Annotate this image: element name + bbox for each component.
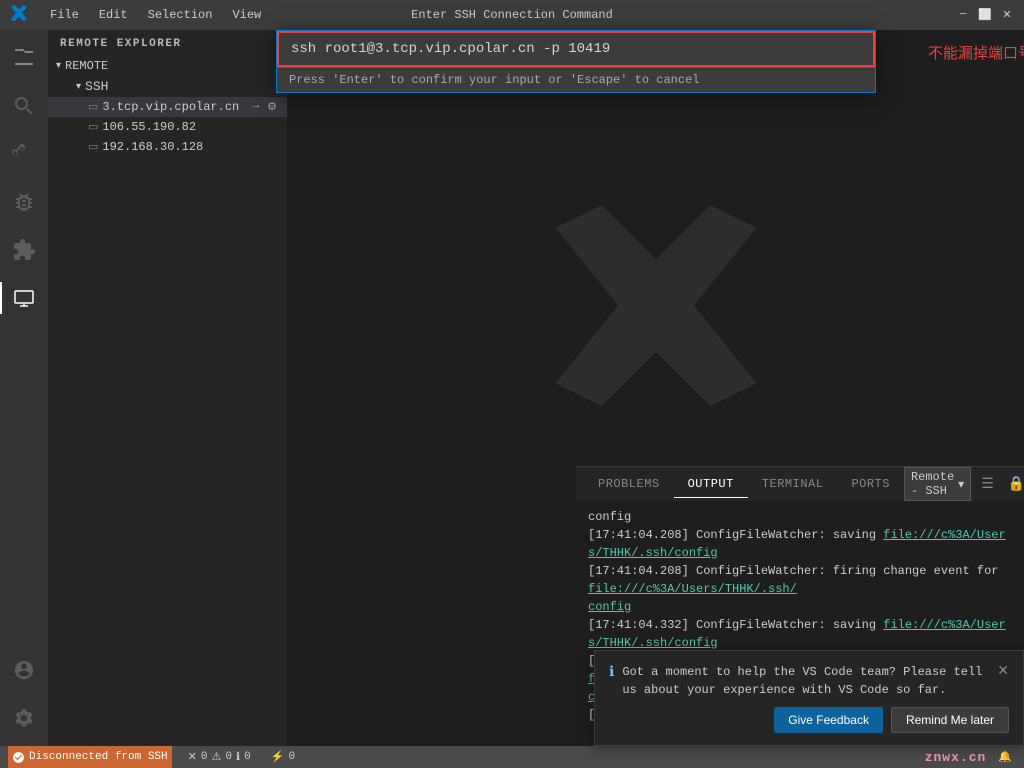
info-icon: ℹ bbox=[236, 750, 240, 764]
host-actions-1: → ⚙ bbox=[251, 100, 279, 114]
activity-item-source-control[interactable] bbox=[0, 130, 48, 178]
notification-toast: ℹ Got a moment to help the VS Code team?… bbox=[594, 650, 1024, 746]
annotation-text: 不能漏掉端口号 bbox=[928, 42, 1024, 63]
tab-ports[interactable]: PORTS bbox=[837, 471, 904, 498]
menu-view[interactable]: View bbox=[224, 6, 269, 24]
monitor-icon-3: ▭ bbox=[88, 140, 98, 154]
ssh-host-1[interactable]: ▭ 3.tcp.vip.cpolar.cn → ⚙ bbox=[48, 97, 287, 117]
remote-label: REMOTE bbox=[65, 59, 108, 73]
output-line: [17:41:04.208] ConfigFileWatcher: saving… bbox=[588, 526, 1012, 562]
panel-lock-btn[interactable]: 🔒 bbox=[1004, 474, 1024, 495]
warning-icon: ⚠ bbox=[211, 750, 221, 764]
sidebar-remote-section: ▾ REMOTE ▾ SSH ▭ 3.tcp.vip.cpolar.cn → ⚙… bbox=[48, 54, 287, 159]
host-name-1: 3.tcp.vip.cpolar.cn bbox=[102, 100, 246, 114]
activity-item-explorer[interactable] bbox=[0, 34, 48, 82]
activity-bar bbox=[0, 30, 48, 746]
tab-problems[interactable]: PROBLEMS bbox=[584, 471, 674, 498]
warning-count: 0 bbox=[225, 751, 232, 763]
error-icon: ✕ bbox=[188, 750, 197, 764]
editor-area: Press 'Enter' to confirm your input or '… bbox=[288, 30, 1024, 746]
main-layout: Remote Explorer ▾ REMOTE ▾ SSH ▭ 3.tcp.v… bbox=[0, 30, 1024, 746]
activity-item-remote[interactable] bbox=[0, 274, 48, 322]
activity-item-extensions[interactable] bbox=[0, 226, 48, 274]
panel-toolbar: Remote - SSH ▾ ☰ 🔒 ⧉ ∧ ✕ bbox=[904, 467, 1024, 501]
status-bar: Disconnected from SSH ✕ 0 ⚠ 0 ℹ 0 ⚡ 0 zn… bbox=[0, 746, 1024, 768]
sidebar: Remote Explorer ▾ REMOTE ▾ SSH ▭ 3.tcp.v… bbox=[48, 30, 288, 746]
activity-item-settings[interactable] bbox=[0, 694, 48, 742]
sidebar-ssh-item[interactable]: ▾ SSH bbox=[48, 76, 287, 97]
port-count: 0 bbox=[288, 751, 295, 763]
info-count: 0 bbox=[244, 751, 251, 763]
window-title: Enter SSH Connection Command bbox=[411, 8, 613, 22]
title-bar-menu: File Edit Selection View bbox=[10, 4, 269, 27]
host-arrow-btn[interactable]: → bbox=[251, 100, 262, 114]
restore-button[interactable]: ⬜ bbox=[978, 8, 992, 22]
command-hint: Press 'Enter' to confirm your input or '… bbox=[277, 67, 875, 92]
menu-items: File Edit Selection View bbox=[42, 6, 269, 24]
tab-output[interactable]: OUTPUT bbox=[674, 471, 748, 498]
activity-item-search[interactable] bbox=[0, 82, 48, 130]
status-ssh-connection[interactable]: Disconnected from SSH bbox=[8, 746, 172, 768]
output-link[interactable]: file:///c%3A/Users/THHK/.ssh/config bbox=[588, 618, 1006, 650]
dropdown-chevron-icon: ▾ bbox=[958, 477, 964, 492]
watermark-label: znwx.cn bbox=[925, 750, 987, 765]
remind-later-button[interactable]: Remind Me later bbox=[891, 707, 1009, 733]
output-source-dropdown[interactable]: Remote - SSH ▾ bbox=[904, 467, 971, 501]
ssh-label: SSH bbox=[85, 79, 108, 94]
window-controls: ─ ⬜ ✕ bbox=[956, 8, 1014, 22]
minimize-button[interactable]: ─ bbox=[956, 8, 970, 22]
host-name-3: 192.168.30.128 bbox=[102, 140, 279, 154]
panel-tabs: PROBLEMS OUTPUT TERMINAL PORTS Remote - … bbox=[576, 467, 1024, 502]
output-link[interactable]: file:///c%3A/Users/THHK/.ssh/config bbox=[588, 528, 1006, 560]
ssh-status-label: Disconnected from SSH bbox=[29, 751, 168, 763]
status-bar-right: znwx.cn 🔔 bbox=[925, 750, 1016, 765]
host-config-btn[interactable]: ⚙ bbox=[265, 100, 279, 114]
port-icon: ⚡ bbox=[271, 750, 285, 764]
activity-bar-bottom bbox=[0, 646, 48, 746]
toast-message: Got a moment to help the VS Code team? P… bbox=[622, 663, 989, 699]
command-dialog: Press 'Enter' to confirm your input or '… bbox=[276, 30, 876, 93]
give-feedback-button[interactable]: Give Feedback bbox=[774, 707, 883, 733]
monitor-icon-1: ▭ bbox=[88, 100, 98, 114]
bell-icon: 🔔 bbox=[998, 750, 1012, 764]
vscode-watermark bbox=[546, 196, 766, 421]
output-line: config bbox=[588, 508, 1012, 526]
tab-terminal[interactable]: TERMINAL bbox=[748, 471, 838, 498]
sidebar-header: Remote Explorer bbox=[48, 30, 287, 54]
toast-close-button[interactable]: ✕ bbox=[997, 663, 1009, 680]
menu-selection[interactable]: Selection bbox=[140, 6, 221, 24]
ssh-host-2[interactable]: ▭ 106.55.190.82 bbox=[48, 117, 287, 137]
panel-clear-btn[interactable]: ☰ bbox=[977, 474, 998, 495]
dropdown-label: Remote - SSH bbox=[911, 470, 954, 498]
remote-chevron: ▾ bbox=[56, 60, 61, 72]
status-errors[interactable]: ✕ 0 ⚠ 0 ℹ 0 bbox=[184, 746, 255, 768]
toast-buttons: Give Feedback Remind Me later bbox=[609, 707, 1009, 733]
title-bar: File Edit Selection View Enter SSH Conne… bbox=[0, 0, 1024, 30]
activity-item-debug[interactable] bbox=[0, 178, 48, 226]
command-input-row bbox=[277, 31, 875, 67]
app-icon bbox=[10, 4, 28, 27]
output-line: [17:41:04.208] ConfigFileWatcher: firing… bbox=[588, 562, 1012, 616]
ssh-chevron: ▾ bbox=[76, 81, 81, 93]
output-line: [17:41:04.332] ConfigFileWatcher: saving… bbox=[588, 616, 1012, 652]
toast-content: ℹ Got a moment to help the VS Code team?… bbox=[609, 663, 1009, 699]
menu-edit[interactable]: Edit bbox=[91, 6, 136, 24]
status-ports[interactable]: ⚡ 0 bbox=[267, 746, 299, 768]
output-link[interactable]: file:///c%3A/Users/THHK/.ssh/ config bbox=[588, 582, 797, 614]
error-count: 0 bbox=[201, 751, 208, 763]
status-notifications[interactable]: 🔔 bbox=[994, 750, 1016, 764]
activity-item-accounts[interactable] bbox=[0, 646, 48, 694]
close-button[interactable]: ✕ bbox=[1000, 8, 1014, 22]
monitor-icon-2: ▭ bbox=[88, 120, 98, 134]
ssh-command-input[interactable] bbox=[279, 33, 873, 65]
host-name-2: 106.55.190.82 bbox=[102, 120, 279, 134]
sidebar-remote-header[interactable]: ▾ REMOTE bbox=[48, 56, 287, 76]
ssh-host-3[interactable]: ▭ 192.168.30.128 bbox=[48, 137, 287, 157]
menu-file[interactable]: File bbox=[42, 6, 87, 24]
toast-info-icon: ℹ bbox=[609, 664, 614, 681]
